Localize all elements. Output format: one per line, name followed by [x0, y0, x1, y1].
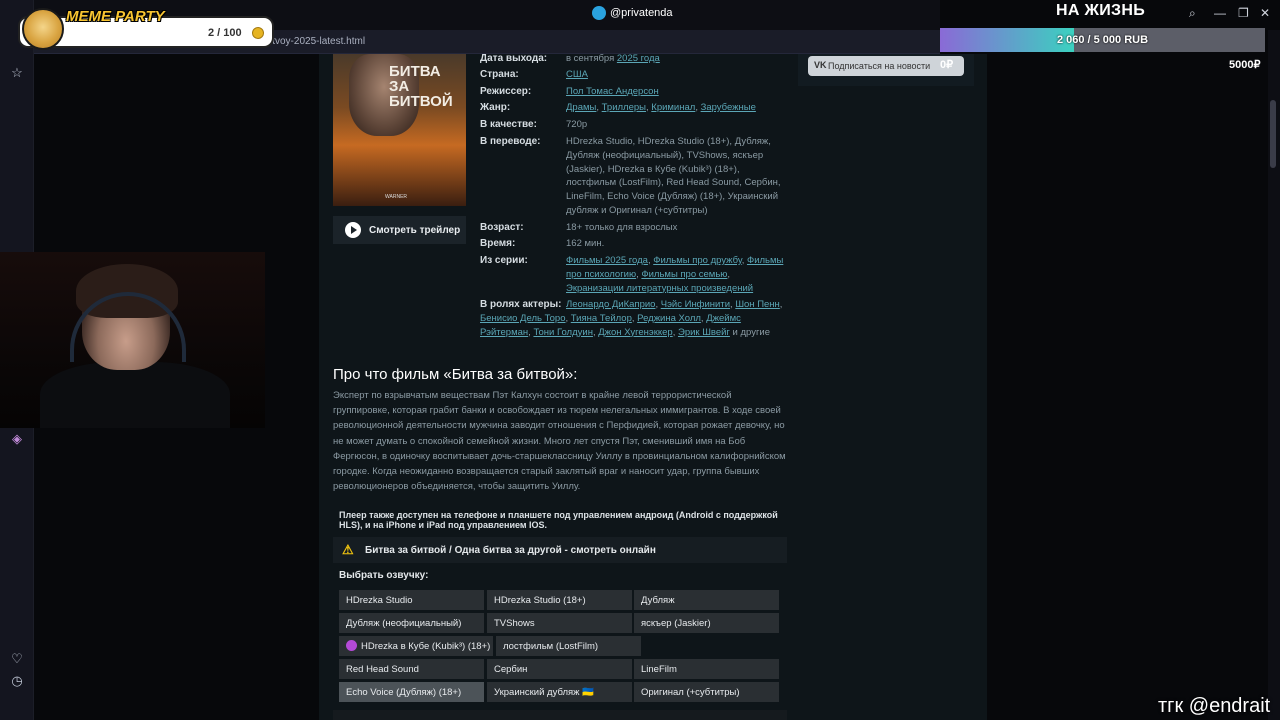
play-icon [345, 222, 361, 238]
meme-party-count: 2 / 100 [208, 27, 242, 39]
director-value: Пол Томас Андерсон [566, 85, 784, 99]
translation-value: HDrezka Studio, HDrezka Studio (18+), Ду… [566, 136, 781, 216]
quality-value: 720p [566, 119, 588, 130]
time-label: Время: [480, 238, 516, 249]
voice-option[interactable]: Оригинал (+субтитры) [634, 682, 779, 702]
time-value: 162 мин. [566, 238, 605, 249]
vk-subscribe-label: Подписаться на новости [828, 61, 931, 71]
player-header: ⚠ Битва за битвой / Одна битва за другой… [333, 537, 787, 563]
voice-option[interactable]: HDrezka Studio (18+) [487, 590, 632, 610]
series-value: Фильмы 2025 года, Фильмы про дружбу, Фил… [566, 255, 784, 294]
player-title: Битва за битвой / Одна битва за другой -… [365, 544, 656, 556]
minimize-icon[interactable]: — [1214, 6, 1226, 20]
genre-link[interactable]: Криминал [651, 102, 695, 113]
release-label: Дата выхода: [480, 53, 548, 64]
donation-amount: 0₽ [940, 59, 954, 71]
voice-label: Выбрать озвучку: [339, 570, 429, 581]
movie-poster[interactable]: БИТВА ЗА БИТВОЙ WARNER [333, 54, 466, 206]
age-value: 18+ только для взрослых [566, 222, 678, 233]
series-link[interactable]: Экранизации литературных произведений [566, 283, 753, 294]
cast-more: и другие [732, 326, 771, 338]
voice-option[interactable]: Сербин [487, 659, 632, 679]
about-text: Эксперт по взрывчатым веществам Пэт Калх… [333, 390, 786, 493]
actor-link[interactable]: Джон Хугенэккер [598, 327, 672, 338]
voice-option[interactable]: Украинский дубляж 🇺🇦 [487, 682, 632, 702]
voice-option-label: HDrezka в Кубе (Kubik³) (18+) [361, 640, 491, 652]
genre-link[interactable]: Триллеры [602, 102, 646, 113]
actor-link[interactable]: Леонардо ДиКаприо [566, 299, 655, 310]
donation-goal-text: 2 060 / 5 000 RUB [1056, 34, 1149, 46]
voice-option[interactable]: HDrezka Studio [339, 590, 484, 610]
country-label: Страна: [480, 69, 519, 80]
series-link[interactable]: Фильмы 2025 года [566, 255, 648, 266]
voice-option[interactable]: HDrezka в Кубе (Kubik³) (18+) [339, 636, 493, 656]
actor-link[interactable]: Тияна Тейлор [571, 313, 632, 324]
player-note: Плеер также доступен на телефоне и планш… [339, 510, 778, 530]
voice-option[interactable]: Дубляж (неофициальный) [339, 613, 484, 633]
coin-icon [252, 27, 264, 39]
quality-label: В качестве: [480, 119, 537, 130]
meme-party-title: MEME PARTY [66, 8, 165, 25]
release-value: в сентября 2025 года [566, 53, 660, 64]
maximize-icon[interactable]: ❐ [1238, 6, 1249, 20]
genre-link[interactable]: Драмы [566, 102, 596, 113]
heart-icon[interactable]: ♡ [8, 650, 26, 668]
director-link[interactable]: Пол Томас Андерсон [566, 86, 659, 97]
telegram-icon [592, 6, 606, 20]
extension-icon[interactable]: ◈ [8, 430, 26, 448]
cast-value: Леонардо ДиКаприо, Чэйс Инфинити, Шон Пе… [480, 299, 783, 338]
trailer-label: Смотреть трейлер [369, 224, 461, 236]
scrollbar-thumb[interactable] [1270, 100, 1276, 168]
director-label: Режиссер: [480, 86, 532, 97]
voice-option[interactable]: Red Head Sound [339, 659, 484, 679]
series-label: Из серии: [480, 255, 528, 266]
stream-goal-title: НА ЖИЗНЬ [1056, 2, 1145, 19]
vk-icon: VK [814, 60, 827, 70]
webcam-person-body [40, 362, 230, 428]
about-title: Про что фильм «Битва за битвой»: [333, 366, 578, 383]
age-label: Возраст: [480, 222, 524, 233]
donation-goal-bar: 2 060 / 5 000 RUB [940, 28, 1265, 52]
voice-option[interactable]: LineFilm [634, 659, 779, 679]
genre-value: Драмы, Триллеры, Криминал, Зарубежные [566, 102, 756, 113]
actor-link[interactable]: Эрик Швейг [678, 327, 730, 338]
series-link[interactable]: Фильмы про дружбу [653, 255, 741, 266]
genre-link[interactable]: Зарубежные [701, 102, 756, 113]
stream-watermark: тгк @endrait [1158, 695, 1271, 717]
voice-option-selected[interactable]: Echo Voice (Дубляж) (18+) [339, 682, 484, 702]
search-icon[interactable]: ⌕ [1189, 6, 1196, 21]
genre-label: Жанр: [480, 102, 511, 113]
series-link[interactable]: Фильмы про семью [641, 269, 727, 280]
player-area [333, 710, 787, 720]
actor-link[interactable]: Чэйс Инфинити [661, 299, 730, 310]
country-value: США [566, 68, 784, 82]
close-icon[interactable]: ✕ [1260, 6, 1270, 20]
voice-option[interactable]: Дубляж [634, 590, 779, 610]
history-icon[interactable]: ◷ [8, 672, 26, 690]
release-year-link[interactable]: 2025 года [617, 53, 660, 64]
trailer-button[interactable]: Смотреть трейлер [333, 216, 466, 244]
webcam-overlay [0, 252, 265, 428]
telegram-handle: @privatenda [610, 7, 673, 19]
donation-min: 5000₽ [1229, 59, 1261, 71]
poster-studio: WARNER [385, 194, 408, 200]
voice-option[interactable]: лостфильм (LostFilm) [496, 636, 641, 656]
doge-icon [22, 8, 64, 50]
poster-title: БИТВА ЗА БИТВОЙ [389, 63, 453, 110]
star-icon[interactable]: ☆ [8, 64, 26, 82]
actor-link[interactable]: Реджина Холл [637, 313, 701, 324]
kubik-icon [346, 640, 357, 651]
address-url[interactable]: itvoy-2025-latest.html [270, 36, 365, 47]
voice-option[interactable]: яскъер (Jaskier) [634, 613, 779, 633]
voice-option[interactable]: TVShows [487, 613, 632, 633]
actor-link[interactable]: Шон Пенн [735, 299, 779, 310]
actor-link[interactable]: Бенисио Дель Торо [480, 313, 566, 324]
warning-icon: ⚠ [342, 542, 354, 557]
actor-link[interactable]: Тони Голдуин [533, 327, 593, 338]
country-link[interactable]: США [566, 69, 588, 80]
translation-label: В переводе: [480, 136, 541, 147]
